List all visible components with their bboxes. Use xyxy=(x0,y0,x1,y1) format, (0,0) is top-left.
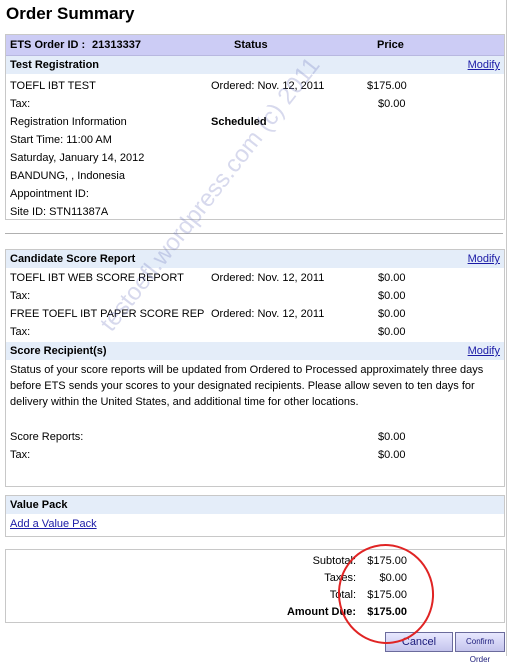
total-value: $175.00 xyxy=(367,589,407,601)
modify-score-report-link[interactable]: Modify xyxy=(468,253,500,265)
paper-score-report-price: $0.00 xyxy=(378,308,406,320)
tax-label: Tax: xyxy=(10,98,31,110)
test-registration-header: Test Registration Modify xyxy=(6,56,504,74)
cancel-button[interactable]: Cancel xyxy=(385,632,453,652)
score-reports-price: $0.00 xyxy=(378,431,406,443)
tax-label: Tax: xyxy=(10,290,31,302)
add-value-pack-link[interactable]: Add a Value Pack xyxy=(10,518,97,530)
subtotal-value: $175.00 xyxy=(367,555,407,567)
test-date: Saturday, January 14, 2012 xyxy=(10,152,145,164)
confirm-order-button[interactable]: Confirm Order xyxy=(455,632,505,664)
appointment-id: Appointment ID: xyxy=(10,188,89,200)
taxes-value: $0.00 xyxy=(379,572,407,584)
test-registration-panel: ETS Order ID : 21313337 Status Price Tes… xyxy=(5,34,505,220)
test-location: BANDUNG, , Indonesia xyxy=(10,170,125,182)
amount-due-label: Amount Due: xyxy=(286,606,356,618)
score-report-item-price: $0.00 xyxy=(378,272,406,284)
tax-price: $0.00 xyxy=(378,98,406,110)
test-item-name: TOEFL IBT TEST xyxy=(10,80,96,92)
paper-score-report-item: FREE TOEFL IBT PAPER SCORE REP xyxy=(10,308,205,320)
recipient-notice-line: Status of your score reports will be upd… xyxy=(10,364,484,376)
modify-score-recipients-link[interactable]: Modify xyxy=(468,345,500,357)
amount-due-value: $175.00 xyxy=(367,606,407,618)
section-title: Value Pack xyxy=(10,499,68,511)
start-time: Start Time: 11:00 AM xyxy=(10,134,112,146)
registration-info-label: Registration Information xyxy=(10,116,127,128)
recipient-notice-line: delivery within the United States, and a… xyxy=(10,396,359,408)
score-report-item-status: Ordered: Nov. 12, 2011 xyxy=(211,272,325,284)
value-pack-header: Value Pack xyxy=(6,496,504,514)
test-item-status: Ordered: Nov. 12, 2011 xyxy=(211,80,325,92)
tax-price: $0.00 xyxy=(378,326,406,338)
section-title: Test Registration xyxy=(10,59,100,71)
subtotal-label: Subtotal: xyxy=(312,555,356,567)
scrollbar-track[interactable] xyxy=(506,0,507,656)
taxes-label: Taxes: xyxy=(324,572,356,584)
tax-label: Tax: xyxy=(10,449,31,461)
score-reports-label: Score Reports: xyxy=(10,431,84,443)
score-recipients-header: Score Recipient(s) Modify xyxy=(6,342,504,360)
tax-price: $0.00 xyxy=(378,449,406,461)
score-report-item: TOEFL IBT WEB SCORE REPORT xyxy=(10,272,184,284)
tax-label: Tax: xyxy=(10,326,31,338)
paper-score-report-status: Ordered: Nov. 12, 2011 xyxy=(211,308,325,320)
order-id-label: ETS Order ID : xyxy=(10,39,86,51)
score-report-header: Candidate Score Report Modify xyxy=(6,250,504,268)
totals-panel: Subtotal: $175.00 Taxes: $0.00 Total: $1… xyxy=(5,549,505,623)
total-label: Total: xyxy=(329,589,356,601)
page-title: Order Summary xyxy=(6,4,135,23)
site-id: Site ID: STN11387A xyxy=(10,206,109,218)
section-title: Candidate Score Report xyxy=(10,253,136,265)
registration-status: Scheduled xyxy=(211,116,267,128)
section-title: Score Recipient(s) xyxy=(10,345,107,357)
status-column-header: Status xyxy=(234,39,268,51)
order-header: ETS Order ID : 21313337 Status Price xyxy=(6,35,504,56)
tax-price: $0.00 xyxy=(378,290,406,302)
value-pack-panel: Value Pack Add a Value Pack xyxy=(5,495,505,537)
test-item-price: $175.00 xyxy=(367,80,407,92)
score-report-panel: Candidate Score Report Modify TOEFL IBT … xyxy=(5,249,505,487)
recipient-notice-line: before ETS sends your scores to your des… xyxy=(10,380,475,392)
section-divider xyxy=(5,233,503,234)
order-id-value: 21313337 xyxy=(92,39,141,51)
price-column-header: Price xyxy=(377,39,404,51)
modify-test-registration-link[interactable]: Modify xyxy=(468,59,500,71)
